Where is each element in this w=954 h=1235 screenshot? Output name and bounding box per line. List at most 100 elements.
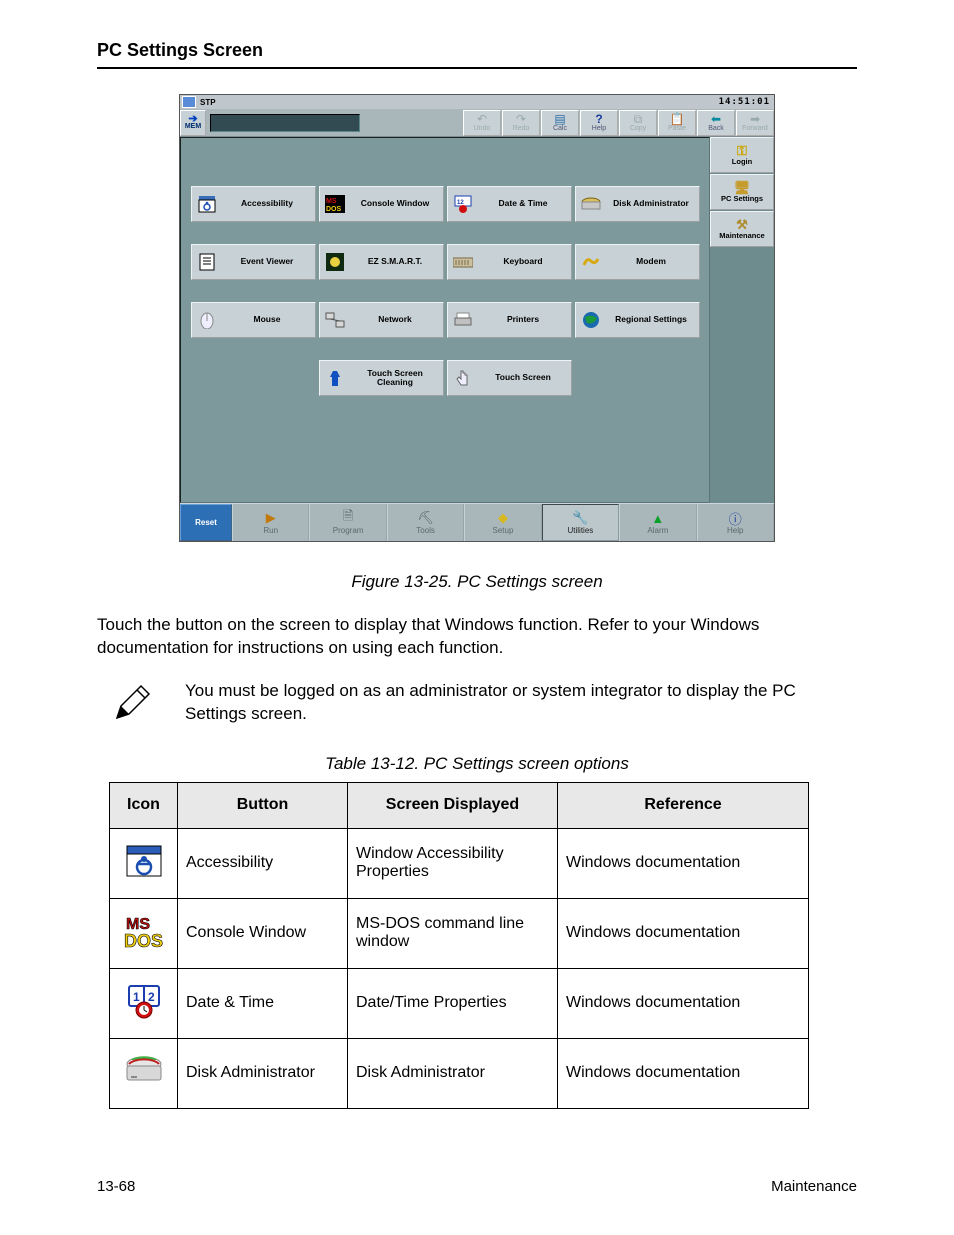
mem-label: MEM [185, 123, 201, 130]
taskbar-help-label: Help [727, 526, 743, 535]
row3-icon-cell [110, 1038, 178, 1108]
utilities-icon: 🔧 [572, 511, 588, 526]
run-label: Run [263, 526, 278, 535]
undo-button[interactable]: ↶Undo [463, 110, 501, 136]
svg-text:2: 2 [148, 990, 155, 1004]
system-menu-icon[interactable] [182, 96, 196, 108]
regional-settings-button[interactable]: Regional Settings [575, 302, 700, 338]
disk-administrator-button[interactable]: Disk Administrator [575, 186, 700, 222]
bottom-taskbar: Reset ▶Run 🗎Program ⛏Tools ◆Setup 🔧Utili… [180, 503, 774, 541]
reset-label: Reset [195, 518, 217, 527]
login-button[interactable]: ⚿ Login [710, 137, 774, 173]
run-icon: ▶ [266, 511, 276, 526]
footer-page-number: 13-68 [97, 1178, 135, 1195]
keyboard-button[interactable]: Keyboard [447, 244, 572, 280]
forward-button[interactable]: ➡Forward [736, 110, 774, 136]
accessibility-icon [196, 193, 218, 215]
login-label: Login [732, 157, 752, 166]
row0-icon-cell [110, 828, 178, 898]
key-icon: ⚿ [737, 144, 747, 157]
program-button[interactable]: 🗎Program [309, 504, 386, 541]
touch-screen-cleaning-button[interactable]: Touch Screen Cleaning [319, 360, 444, 396]
redo-label: Redo [513, 125, 530, 132]
tools-button[interactable]: ⛏Tools [387, 504, 464, 541]
th-ref: Reference [558, 782, 809, 828]
ez-smart-button[interactable]: EZ S.M.A.R.T. [319, 244, 444, 280]
regional-settings-label: Regional Settings [608, 315, 695, 324]
console-window-label: Console Window [352, 199, 439, 208]
row1-ref: Windows documentation [558, 898, 809, 968]
printers-button[interactable]: Printers [447, 302, 572, 338]
undo-icon: ↶ [477, 113, 487, 125]
mouse-button[interactable]: Mouse [191, 302, 316, 338]
help-button[interactable]: ?Help [580, 110, 618, 136]
row3-button: Disk Administrator [178, 1038, 348, 1108]
keyboard-label: Keyboard [480, 257, 567, 266]
pencil-note-icon [111, 680, 155, 724]
reset-button[interactable]: Reset [180, 504, 232, 541]
row2-button: Date & Time [178, 968, 348, 1038]
mouse-icon [196, 309, 218, 331]
table-row: MSDOS Console Window MS-DOS command line… [110, 898, 809, 968]
title-label: STP [200, 98, 216, 107]
readout-display [210, 114, 360, 132]
maintenance-button[interactable]: ⚒ Maintenance [710, 211, 774, 247]
console-window-button[interactable]: MSDOS Console Window [319, 186, 444, 222]
utilities-button[interactable]: 🔧Utilities [542, 504, 619, 541]
top-toolbar: ➔ MEM ↶Undo ↷Redo ▤Calc ?Help ⧉Copy 📋Pas… [180, 109, 774, 137]
table-row: 12 Date & Time Date/Time Properties Wind… [110, 968, 809, 1038]
event-viewer-button[interactable]: Event Viewer [191, 244, 316, 280]
program-label: Program [333, 526, 364, 535]
network-label: Network [352, 315, 439, 324]
calc-icon: ▤ [554, 113, 565, 125]
network-button[interactable]: Network [319, 302, 444, 338]
row2-icon-cell: 12 [110, 968, 178, 1038]
redo-button[interactable]: ↷Redo [502, 110, 540, 136]
touch-screen-button[interactable]: Touch Screen [447, 360, 572, 396]
tools-icon: ⛏ [417, 511, 434, 526]
msdos-icon: MSDOS [324, 193, 346, 215]
paste-icon: 📋 [670, 113, 685, 125]
pc-settings-button[interactable]: 🖥 PC Settings [710, 174, 774, 210]
calc-button[interactable]: ▤Calc [541, 110, 579, 136]
setup-button[interactable]: ◆Setup [464, 504, 541, 541]
row1-screen: MS-DOS command line window [348, 898, 558, 968]
taskbar-help-button[interactable]: ⓘHelp [697, 504, 774, 541]
alarm-icon: ▲ [651, 511, 664, 526]
accessibility-button[interactable]: Accessibility [191, 186, 316, 222]
touch-cleaning-label: Touch Screen Cleaning [352, 369, 439, 388]
table-row: Disk Administrator Disk Administrator Wi… [110, 1038, 809, 1108]
maintenance-label: Maintenance [719, 231, 764, 240]
side-panel: ⚿ Login 🖥 PC Settings ⚒ Maintenance [710, 137, 774, 503]
row0-button: Accessibility [178, 828, 348, 898]
row0-screen: Window Accessibility Properties [348, 828, 558, 898]
body-paragraph: Touch the button on the screen to displa… [97, 614, 857, 660]
back-button[interactable]: ⬅Back [697, 110, 735, 136]
copy-icon: ⧉ [634, 113, 643, 125]
printers-icon [452, 309, 474, 331]
touch-cleaning-icon [324, 367, 346, 389]
paste-button[interactable]: 📋Paste [658, 110, 696, 136]
pc-settings-label: PC Settings [721, 194, 763, 203]
date-time-label: Date & Time [480, 199, 567, 208]
mem-button[interactable]: ➔ MEM [180, 110, 206, 136]
titlebar: STP 14:51:01 [180, 95, 774, 109]
date-time-button[interactable]: 12 Date & Time [447, 186, 572, 222]
page-footer: 13-68 Maintenance [97, 1178, 857, 1195]
screenshot-window: STP 14:51:01 ➔ MEM ↶Undo ↷Redo ▤Calc ?He… [179, 94, 775, 542]
row0-ref: Windows documentation [558, 828, 809, 898]
page-heading: PC Settings Screen [97, 40, 857, 61]
back-arrow-icon: ⬅ [711, 113, 721, 125]
run-button[interactable]: ▶Run [232, 504, 309, 541]
back-label: Back [708, 125, 724, 132]
utilities-label: Utilities [568, 526, 594, 535]
forward-label: Forward [742, 125, 768, 132]
alarm-button[interactable]: ▲Alarm [619, 504, 696, 541]
row3-ref: Windows documentation [558, 1038, 809, 1108]
help-icon: ? [595, 113, 602, 125]
modem-button[interactable]: Modem [575, 244, 700, 280]
th-button: Button [178, 782, 348, 828]
copy-button[interactable]: ⧉Copy [619, 110, 657, 136]
row1-button: Console Window [178, 898, 348, 968]
paste-label: Paste [668, 125, 686, 132]
